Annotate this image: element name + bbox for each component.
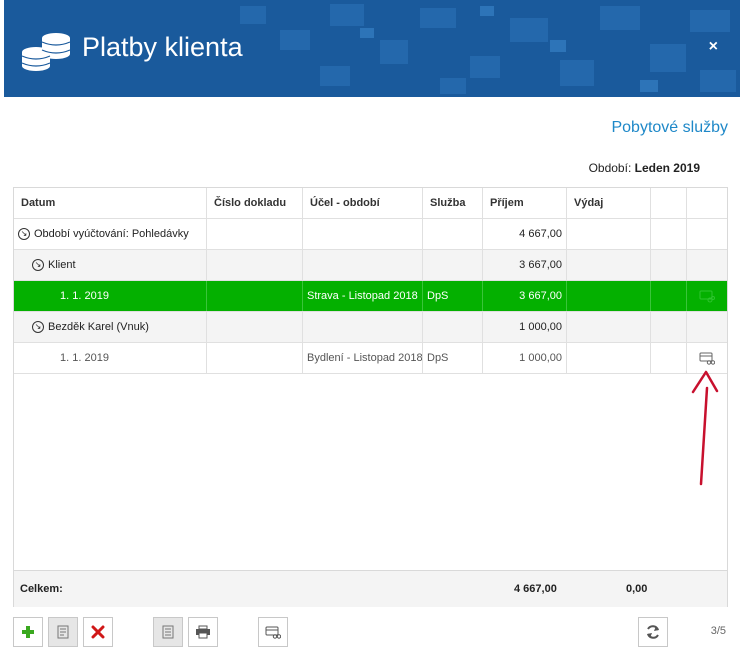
refresh-icon [647,625,659,639]
window-header: Platby klienta × [4,0,740,97]
collapse-icon[interactable]: ↘ [18,228,30,240]
cell-prijem: 3 667,00 [483,250,567,280]
group-label: Období vyúčtování: Pohledávky [34,228,189,240]
table-row[interactable]: ↘ Bezděk Karel (Vnuk) 1 000,00 [14,312,727,343]
period-value: Leden 2019 [634,161,700,175]
add-icon [22,626,34,638]
cell-action [687,281,727,311]
delete-button[interactable] [83,617,113,647]
total-row: Celkem: 4 667,00 0,00 [14,570,727,607]
card-payment-button[interactable] [258,617,288,647]
card-scissors-icon[interactable] [699,351,715,365]
cell-doklad [207,219,303,249]
column-header-prijem[interactable]: Příjem [483,188,567,218]
print-icon [196,625,210,639]
cell-empty [651,281,687,311]
cell-doklad [207,250,303,280]
cell-prijem: 1 000,00 [483,343,567,373]
cell-vydaj [567,343,651,373]
column-header-datum[interactable]: Datum [14,188,207,218]
edit-button[interactable] [48,617,78,647]
card-icon [265,626,281,639]
table-row[interactable]: ↘ Období vyúčtování: Pohledávky 4 667,00 [14,219,727,250]
close-icon[interactable]: × [709,38,718,56]
table-row[interactable]: ↘ Klient 3 667,00 [14,250,727,281]
group-label: Klient [48,259,76,271]
cell-ucel [303,250,423,280]
cell-action [687,312,727,342]
window-title: Platby klienta [82,32,243,62]
cell-empty [651,312,687,342]
cell-sluzba: DpS [423,281,483,311]
group-label: Bezděk Karel (Vnuk) [48,321,149,333]
column-header-sluzba[interactable]: Služba [423,188,483,218]
cell-doklad [207,281,303,311]
collapse-icon[interactable]: ↘ [32,259,44,271]
cell-prijem: 1 000,00 [483,312,567,342]
cell-ucel [303,219,423,249]
cell-action [687,250,727,280]
service-link[interactable]: Pobytové služby [611,119,728,137]
cell-sluzba [423,219,483,249]
cell-sluzba [423,250,483,280]
cell-vydaj [567,219,651,249]
collapse-icon[interactable]: ↘ [32,321,44,333]
column-header-action [687,188,727,218]
total-vydaj: 0,00 [626,583,648,595]
period-label: Období: [588,161,632,175]
cell-prijem: 4 667,00 [483,219,567,249]
column-header-doklad[interactable]: Číslo dokladu [207,188,303,218]
cell-datum: ↘ Klient [14,250,207,280]
header-pattern [240,4,736,94]
refresh-button[interactable] [638,617,668,647]
column-header-ucel[interactable]: Účel - období [303,188,423,218]
column-header-vydaj[interactable]: Výdaj [567,188,651,218]
delete-icon [91,625,105,639]
total-label: Celkem: [20,583,63,595]
cell-doklad [207,312,303,342]
period-info: Období: Leden 2019 [589,161,700,175]
cell-sluzba: DpS [423,343,483,373]
coins-icon [21,33,71,71]
add-button[interactable] [13,617,43,647]
column-header-empty [651,188,687,218]
cell-empty [651,250,687,280]
cell-ucel: Bydlení - Listopad 2018 [303,343,423,373]
cell-vydaj [567,312,651,342]
annotation-arrow [691,370,719,486]
document-button[interactable] [153,617,183,647]
cell-empty [651,219,687,249]
payments-grid: Datum Číslo dokladu Účel - období Služba… [13,187,728,607]
cell-datum: ↘ Období vyúčtování: Pohledávky [14,219,207,249]
cell-ucel [303,312,423,342]
table-row[interactable]: 1. 1. 2019 Bydlení - Listopad 2018 DpS 1… [14,343,727,374]
edit-icon [57,625,69,639]
cell-doklad [207,343,303,373]
cell-sluzba [423,312,483,342]
cell-datum: ↘ Bezděk Karel (Vnuk) [14,312,207,342]
page-indicator: 3/5 [710,625,726,637]
table-header: Datum Číslo dokladu Účel - období Služba… [14,188,727,219]
card-scissors-icon[interactable] [699,289,715,303]
cell-action [687,219,727,249]
print-button[interactable] [188,617,218,647]
cell-vydaj [567,250,651,280]
total-prijem: 4 667,00 [514,583,557,595]
cell-vydaj [567,281,651,311]
cell-datum: 1. 1. 2019 [14,281,207,311]
cell-prijem: 3 667,00 [483,281,567,311]
cell-datum: 1. 1. 2019 [14,343,207,373]
cell-ucel: Strava - Listopad 2018 [303,281,423,311]
document-icon [162,625,174,639]
table-row-selected[interactable]: 1. 1. 2019 Strava - Listopad 2018 DpS 3 … [14,281,727,312]
